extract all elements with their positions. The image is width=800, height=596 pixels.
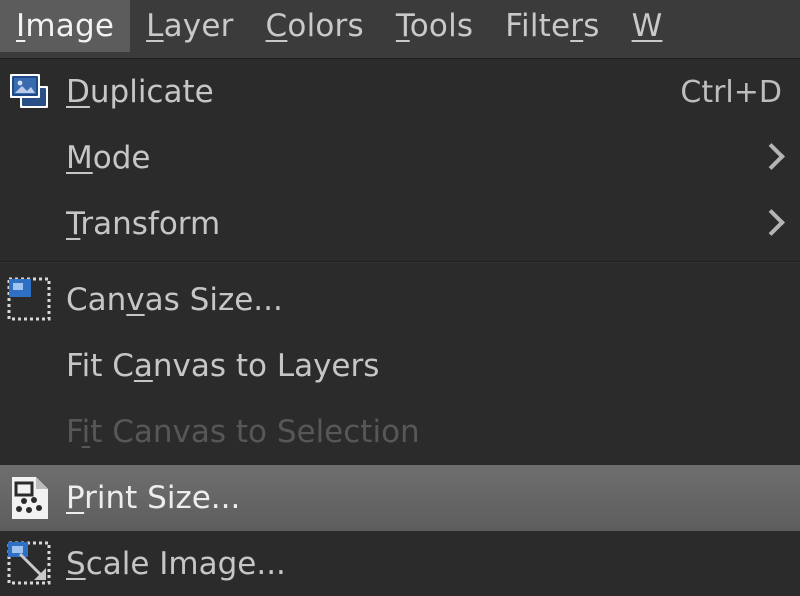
menubar-item-w[interactable]: W: [616, 0, 679, 52]
menu-item-scale-image[interactable]: Scale Image...: [0, 531, 800, 596]
menu-item-label: Fit Canvas to Layers: [66, 348, 380, 384]
canvas-size-icon: [6, 276, 54, 324]
chevron-right-icon: [760, 207, 782, 241]
menu-item-duplicate[interactable]: Duplicate Ctrl+D: [0, 59, 800, 125]
menubar-item-layer[interactable]: Layer: [130, 0, 249, 52]
menubar-item-label: Colors: [265, 8, 364, 44]
menubar-item-label: Layer: [146, 8, 234, 44]
menu-item-icon-placeholder: [6, 408, 54, 456]
menu-item-transform[interactable]: Transform: [0, 191, 800, 257]
menubar-item-colors[interactable]: Colors: [250, 0, 380, 52]
menubar-item-tools[interactable]: Tools: [380, 0, 489, 52]
scale-image-icon: [6, 540, 54, 588]
duplicate-image-icon: [6, 68, 54, 116]
menu-item-fit-canvas-to-layers[interactable]: Fit Canvas to Layers: [0, 333, 800, 399]
print-size-icon: [6, 474, 54, 522]
menubar-item-label: W: [631, 8, 663, 44]
menubar-item-filters[interactable]: Filters: [489, 0, 615, 52]
menu-item-label: Print Size...: [66, 480, 241, 516]
menu-item-label: Transform: [66, 206, 221, 242]
menu-item-shortcut: Ctrl+D: [680, 74, 782, 110]
menubar-item-label: Tools: [395, 8, 474, 44]
menu-item-label: Scale Image...: [66, 546, 286, 582]
menu-item-canvas-size[interactable]: Canvas Size...: [0, 267, 800, 333]
menu-item-mode[interactable]: Mode: [0, 125, 800, 191]
image-menu-dropdown: Duplicate Ctrl+D Mode Transform Canvas Size.…: [0, 58, 800, 596]
menu-item-icon-placeholder: [6, 134, 54, 182]
menu-item-label: Canvas Size...: [66, 282, 283, 318]
menubar-item-label: Image: [16, 8, 115, 44]
menu-item-label: Duplicate: [66, 74, 214, 110]
menu-bar: Image Layer Colors Tools Filters W: [0, 0, 800, 58]
menu-item-icon-placeholder: [6, 342, 54, 390]
menu-item-fit-canvas-to-selection: Fit Canvas to Selection: [0, 399, 800, 465]
menu-item-print-size[interactable]: Print Size...: [0, 465, 800, 531]
menu-item-label: Mode: [66, 140, 151, 176]
chevron-right-icon: [760, 141, 782, 175]
menu-separator: [0, 261, 800, 263]
menubar-item-image[interactable]: Image: [0, 0, 131, 52]
menubar-item-label: Filters: [505, 8, 600, 44]
menu-item-icon-placeholder: [6, 200, 54, 248]
menu-item-label: Fit Canvas to Selection: [66, 414, 420, 450]
